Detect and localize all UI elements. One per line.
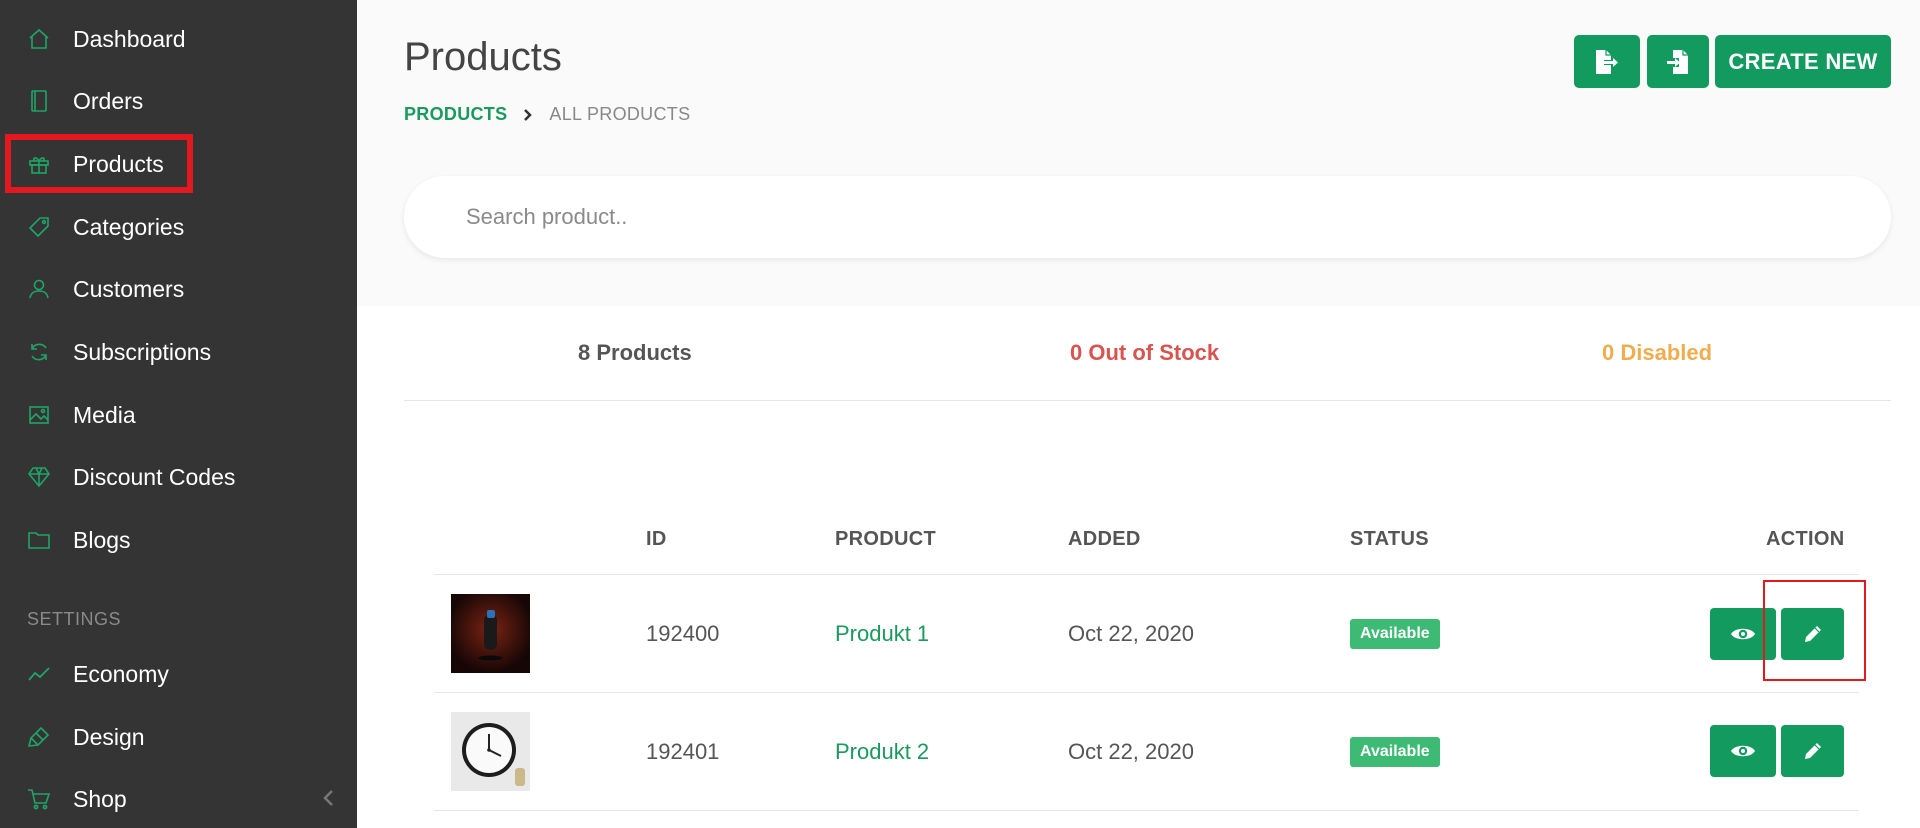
home-icon: [29, 28, 49, 49]
status-badge: Available: [1350, 737, 1440, 767]
column-header-added: ADDED: [1068, 528, 1141, 550]
sidebar-item-label: Shop: [73, 785, 127, 812]
edit-button[interactable]: [1781, 608, 1844, 660]
view-button[interactable]: [1710, 725, 1776, 777]
sidebar-item-dashboard[interactable]: Dashboard: [0, 14, 357, 64]
column-header-product: PRODUCT: [835, 528, 936, 550]
breadcrumb: PRODUCTS ALL PRODUCTS: [404, 104, 690, 125]
stat-disabled: 0 Disabled: [1602, 340, 1713, 365]
sidebar-item-label: Products: [73, 150, 164, 177]
file-export-icon: [1596, 49, 1618, 74]
tag-icon: [28, 217, 49, 238]
column-header-status: STATUS: [1350, 528, 1429, 550]
pencil-icon: [1804, 743, 1821, 759]
cell-added: Oct 22, 2020: [1068, 739, 1194, 764]
folder-icon: [28, 532, 50, 549]
sidebar-item-label: Economy: [73, 660, 169, 687]
sidebar-item-label: Dashboard: [73, 25, 186, 52]
sidebar-item-design[interactable]: Design: [0, 712, 357, 762]
chevron-right-icon: [524, 108, 533, 121]
stat-out-of-stock: 0 Out of Stock: [1070, 340, 1220, 365]
page-title: Products: [404, 35, 562, 79]
status-badge: Available: [1350, 619, 1440, 649]
brush-icon: [27, 726, 50, 747]
file-import-icon: [1667, 49, 1688, 74]
sidebar-item-blogs[interactable]: Blogs: [0, 515, 357, 565]
stat-products: 8 Products: [578, 340, 692, 365]
view-button[interactable]: [1710, 608, 1776, 660]
eye-icon: [1731, 745, 1755, 757]
row-divider: [434, 810, 1859, 811]
import-button[interactable]: [1647, 35, 1709, 88]
sidebar: Dashboard Orders Products Categories Cus…: [0, 0, 357, 828]
sidebar-item-shop[interactable]: Shop: [0, 774, 357, 824]
book-icon: [31, 90, 47, 112]
sidebar-item-economy[interactable]: Economy: [0, 649, 357, 699]
cell-id: 192400: [646, 621, 720, 646]
sidebar-item-media[interactable]: Media: [0, 390, 357, 440]
column-header-action: ACTION: [1766, 528, 1845, 550]
product-thumbnail-clock: [451, 712, 530, 791]
sidebar-item-customers[interactable]: Customers: [0, 264, 357, 314]
pencil-icon: [1804, 626, 1821, 642]
sidebar-item-categories[interactable]: Categories: [0, 202, 357, 252]
sidebar-item-label: Media: [73, 401, 136, 428]
refresh-icon: [31, 343, 47, 361]
stats-divider: [404, 400, 1891, 401]
header-divider: [434, 574, 1859, 575]
gift-icon: [29, 157, 49, 174]
sidebar-item-label: Customers: [73, 275, 185, 302]
sidebar-item-label: Blogs: [73, 526, 131, 553]
sidebar-item-orders[interactable]: Orders: [0, 76, 357, 126]
search-input[interactable]: [466, 204, 1766, 230]
cart-icon: [28, 789, 51, 810]
product-thumbnail-shaver: [451, 594, 530, 673]
product-link[interactable]: Produkt 1: [835, 621, 929, 647]
diamond-icon: [28, 467, 50, 488]
row-divider: [434, 692, 1859, 693]
user-icon: [29, 279, 49, 299]
sidebar-item-products[interactable]: Products: [0, 139, 357, 189]
sidebar-item-label: Subscriptions: [73, 338, 212, 365]
sidebar-item-label: Design: [73, 723, 145, 750]
collapse-chevron-icon[interactable]: [321, 788, 337, 808]
image-icon: [29, 406, 49, 424]
column-header-id: ID: [646, 528, 667, 550]
sidebar-item-discount-codes[interactable]: Discount Codes: [0, 452, 357, 502]
sidebar-item-subscriptions[interactable]: Subscriptions: [0, 327, 357, 377]
eye-icon: [1731, 628, 1755, 640]
sidebar-item-label: Categories: [73, 213, 185, 240]
settings-section-label: SETTINGS: [27, 609, 122, 629]
breadcrumb-current: ALL PRODUCTS: [549, 104, 691, 124]
search-bar: [404, 176, 1891, 258]
sidebar-item-label: Discount Codes: [73, 463, 236, 490]
product-link[interactable]: Produkt 2: [835, 739, 929, 765]
export-button[interactable]: [1574, 35, 1640, 88]
trend-icon: [28, 667, 50, 681]
create-new-button[interactable]: CREATE NEW: [1715, 35, 1891, 88]
breadcrumb-link-products[interactable]: PRODUCTS: [404, 104, 507, 125]
cell-added: Oct 22, 2020: [1068, 621, 1194, 646]
sidebar-item-label: Orders: [73, 87, 144, 114]
cell-id: 192401: [646, 739, 720, 764]
edit-button[interactable]: [1781, 725, 1844, 777]
